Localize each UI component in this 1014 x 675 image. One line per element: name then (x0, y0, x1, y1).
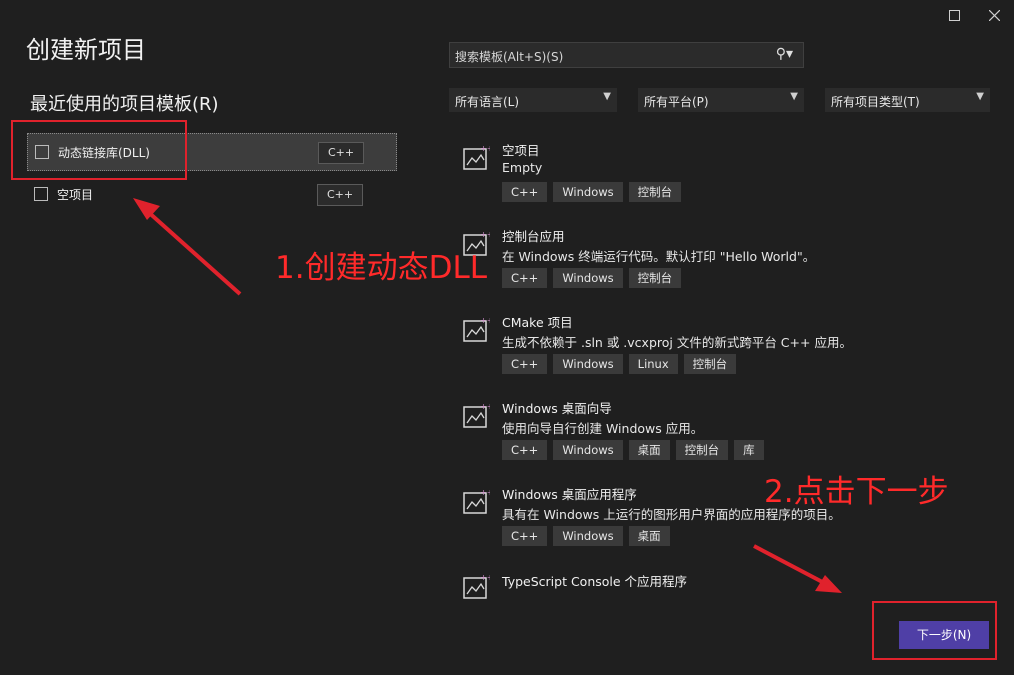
annotation-step2: 2.点击下一步 (764, 474, 949, 510)
arrow-to-next (753, 544, 842, 593)
annotation-arrows (133, 198, 842, 593)
next-button[interactable]: 下一步(N) (899, 621, 989, 649)
annotation-step1: 1.创建动态DLL (275, 250, 487, 286)
arrow-to-dll (133, 198, 242, 296)
